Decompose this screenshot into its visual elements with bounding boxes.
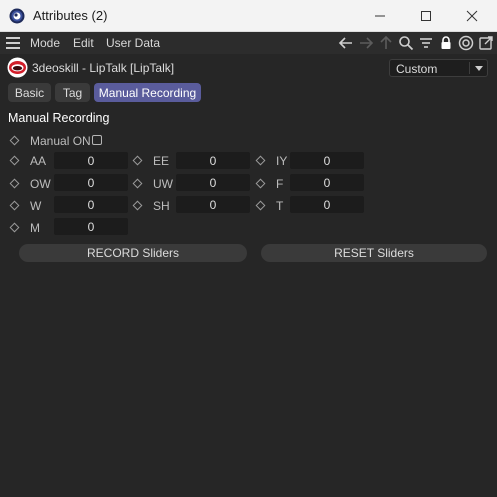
param-field-t[interactable]: 0 — [290, 196, 364, 213]
section-title: Manual Recording — [8, 111, 110, 125]
param-label-m: M — [30, 221, 40, 235]
param-label-f: F — [276, 177, 284, 191]
keyframe-diamond-icon[interactable] — [255, 200, 266, 211]
keyframe-diamond-icon[interactable] — [255, 178, 266, 189]
preset-dropdown[interactable]: Custom — [389, 59, 488, 77]
close-button[interactable] — [449, 0, 495, 32]
dropdown-divider — [469, 62, 470, 74]
preset-dropdown-value: Custom — [396, 62, 438, 76]
title-bar: Attributes (2) — [0, 0, 497, 32]
record-sliders-button[interactable]: RECORD Sliders — [19, 244, 247, 262]
keyframe-diamond-icon[interactable] — [132, 155, 143, 166]
new-window-icon[interactable] — [478, 35, 494, 51]
reset-sliders-button[interactable]: RESET Sliders — [261, 244, 487, 262]
keyframe-diamond-icon[interactable] — [9, 222, 20, 233]
param-label-uw: UW — [153, 177, 173, 191]
search-icon[interactable] — [398, 35, 414, 51]
param-label-w: W — [30, 199, 42, 213]
liptalk-mouth-icon — [7, 57, 28, 78]
param-field-w[interactable]: 0 — [54, 196, 128, 213]
param-field-aa[interactable]: 0 — [54, 152, 128, 169]
arrow-right-icon[interactable] — [358, 35, 374, 51]
param-field-iy[interactable]: 0 — [290, 152, 364, 169]
minimize-button[interactable] — [357, 0, 403, 32]
maximize-icon — [421, 11, 431, 21]
chevron-down-icon — [475, 66, 483, 71]
tab-tag[interactable]: Tag — [55, 83, 90, 102]
param-field-ow[interactable]: 0 — [54, 174, 128, 191]
param-field-m[interactable]: 0 — [54, 218, 128, 235]
arrow-up-icon[interactable] — [378, 35, 394, 51]
target-icon[interactable] — [458, 35, 474, 51]
param-label-sh: SH — [153, 199, 170, 213]
param-label-aa: AA — [30, 154, 47, 168]
menu-edit[interactable]: Edit — [73, 36, 94, 50]
keyframe-diamond-icon[interactable] — [132, 200, 143, 211]
filter-icon[interactable] — [418, 35, 434, 51]
keyframe-diamond-icon[interactable] — [9, 135, 20, 146]
maximize-button[interactable] — [403, 0, 449, 32]
tab-manual-recording[interactable]: Manual Recording — [94, 83, 201, 102]
keyframe-diamond-icon[interactable] — [9, 155, 20, 166]
hamburger-menu-icon[interactable] — [6, 37, 20, 49]
param-label-ow: OW — [30, 177, 51, 191]
param-label-t: T — [276, 199, 284, 213]
cinema4d-logo-icon — [9, 8, 25, 24]
keyframe-diamond-icon[interactable] — [9, 200, 20, 211]
minimize-icon — [375, 15, 385, 17]
param-field-sh[interactable]: 0 — [176, 196, 250, 213]
param-field-uw[interactable]: 0 — [176, 174, 250, 191]
window-title: Attributes (2) — [33, 8, 108, 23]
menu-mode[interactable]: Mode — [30, 36, 60, 50]
param-field-ee[interactable]: 0 — [176, 152, 250, 169]
close-icon — [466, 10, 478, 22]
keyframe-diamond-icon[interactable] — [9, 178, 20, 189]
menu-user-data[interactable]: User Data — [106, 36, 160, 50]
manual-on-checkbox[interactable] — [92, 135, 102, 145]
param-field-f[interactable]: 0 — [290, 174, 364, 191]
param-label-iy: IY — [276, 154, 288, 168]
object-title: 3deoskill - LipTalk [LipTalk] — [32, 61, 175, 75]
lock-icon[interactable] — [438, 35, 454, 51]
manual-on-label: Manual ON — [30, 134, 91, 148]
tab-basic[interactable]: Basic — [8, 83, 51, 102]
param-label-ee: EE — [153, 154, 170, 168]
menu-bar: Mode Edit User Data — [0, 32, 497, 54]
arrow-left-icon[interactable] — [338, 35, 354, 51]
keyframe-diamond-icon[interactable] — [132, 178, 143, 189]
keyframe-diamond-icon[interactable] — [255, 155, 266, 166]
